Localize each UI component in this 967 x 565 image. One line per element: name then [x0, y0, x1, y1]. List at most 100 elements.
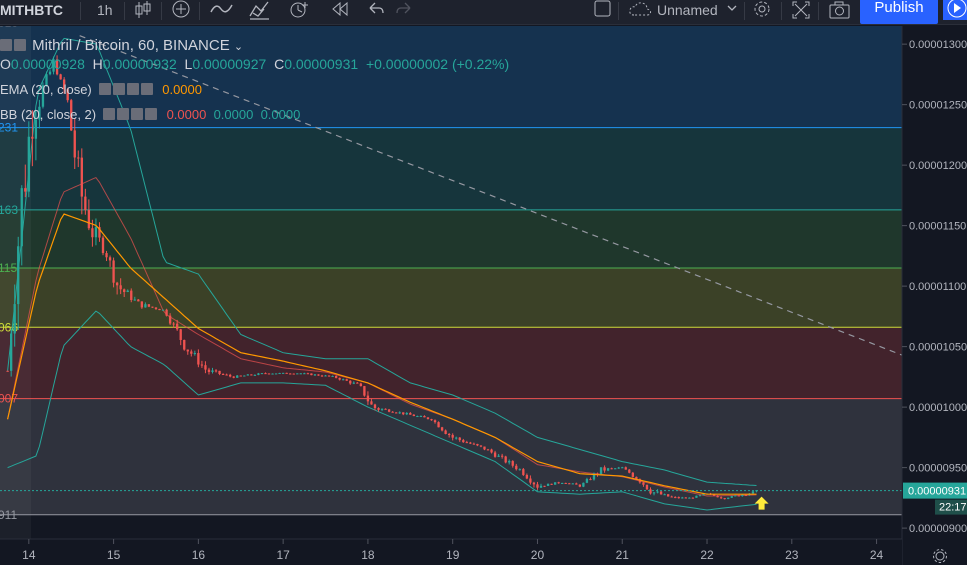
chevron-down-icon[interactable] [726, 0, 738, 24]
publish-button[interactable]: Publish [860, 0, 938, 24]
candle-body [649, 489, 652, 494]
candles-icon[interactable] [134, 0, 152, 24]
fib-bands [0, 26, 902, 515]
layout-name[interactable]: Unnamed [657, 0, 718, 24]
candle-body [84, 196, 87, 211]
toolbar-divider [80, 2, 81, 20]
fullscreen-checkbox-icon[interactable] [594, 0, 612, 24]
undo-icon[interactable] [367, 0, 385, 24]
candle-body [168, 315, 172, 324]
candle-body [183, 339, 186, 350]
fib-band [0, 209, 902, 268]
replay-icon[interactable] [330, 0, 350, 24]
close-icon[interactable] [145, 108, 158, 120]
candle-body [409, 413, 412, 415]
candle-body [561, 482, 564, 484]
candle-body [652, 492, 656, 494]
candle-body [20, 188, 23, 247]
play-icon[interactable] [943, 0, 967, 20]
candle-body [130, 290, 133, 301]
candle-body [603, 467, 606, 471]
fib-level-label: 115 [0, 261, 17, 275]
settings-icon[interactable] [113, 83, 125, 95]
symbol-title: Mithril / Bitcoin, 60, BINANCE [32, 37, 230, 54]
candle-body [228, 374, 232, 377]
cloud-icon [629, 2, 652, 16]
candle-body [663, 494, 666, 496]
time-tick-label: 17 [276, 548, 290, 562]
candle-body [306, 373, 310, 375]
symbol-search-button[interactable]: MITHBTC [0, 0, 63, 24]
candle-body [34, 119, 38, 139]
candle-body [271, 373, 274, 375]
candle-body [151, 306, 154, 308]
compare-icon[interactable] [210, 0, 234, 24]
candle-body [349, 380, 352, 384]
redo-icon[interactable] [395, 0, 413, 24]
candle-body [115, 282, 119, 286]
candle-body [621, 467, 624, 469]
bb-legend[interactable]: BB (20, close, 2) 0.0000 0.0000 0.0000 [0, 107, 300, 122]
candle-body [727, 497, 730, 499]
candle-body [144, 304, 147, 308]
candle-body [578, 484, 582, 487]
candle-body [455, 437, 458, 439]
fullscreen-icon[interactable] [791, 0, 811, 24]
fib-level-label: 318 [0, 26, 18, 29]
candle-body [257, 373, 260, 375]
candle-body [345, 379, 348, 381]
candle-body [606, 468, 610, 471]
candle-body [17, 246, 20, 305]
candle-body [518, 469, 521, 471]
plus-icon[interactable] [127, 83, 139, 95]
candle-body [462, 440, 465, 443]
price-tick-label: 0.00001200 [909, 160, 967, 172]
candle-body [80, 157, 83, 197]
candle-body [172, 323, 175, 325]
left-shade [0, 26, 31, 539]
candle-body [218, 370, 221, 375]
candle-body [557, 482, 560, 484]
interval-button[interactable]: 1h [97, 0, 113, 24]
candle-body [508, 461, 511, 463]
time-tick-label: 23 [785, 548, 799, 562]
eye-icon[interactable] [99, 83, 111, 95]
alert-icon[interactable] [288, 0, 310, 24]
eye-icon[interactable] [103, 108, 116, 120]
camera-icon[interactable] [828, 0, 852, 24]
gear-icon[interactable] [751, 0, 773, 24]
candle-body [599, 467, 603, 475]
ema-legend[interactable]: EMA (20, close) 0.0000 [0, 82, 202, 97]
candle-body [677, 497, 680, 499]
chart-legend-title[interactable]: Mithril / Bitcoin, 60, BINANCE ⌄ [0, 37, 243, 54]
add-indicator-icon[interactable] [171, 0, 191, 24]
candle-body [402, 412, 405, 415]
high-value: 0.00000932 [102, 56, 177, 72]
candle-body [395, 412, 398, 414]
templates-icon[interactable] [248, 0, 272, 24]
candle-body [126, 290, 129, 293]
candle-body [313, 374, 317, 376]
candle-body [472, 443, 476, 445]
candle-body [440, 427, 444, 431]
candle-body [426, 417, 430, 420]
candle-body [546, 483, 550, 486]
candle-body [451, 434, 454, 438]
candle-body [387, 409, 391, 412]
close-icon[interactable] [141, 83, 153, 95]
candle-body [684, 497, 687, 499]
candle-body [176, 323, 179, 330]
toolbar-divider [199, 2, 200, 20]
fib-level-label: 911 [0, 508, 17, 522]
time-tick-label: 19 [446, 548, 460, 562]
candle-body [681, 497, 684, 499]
settings-icon[interactable] [14, 39, 26, 51]
candle-body [274, 373, 278, 375]
candle-body [264, 373, 267, 375]
candle-body [614, 468, 617, 470]
eye-icon[interactable] [0, 39, 12, 51]
plus-icon[interactable] [131, 108, 144, 120]
candle-body [133, 299, 136, 301]
settings-icon[interactable] [117, 108, 130, 120]
candle-body [416, 416, 419, 418]
